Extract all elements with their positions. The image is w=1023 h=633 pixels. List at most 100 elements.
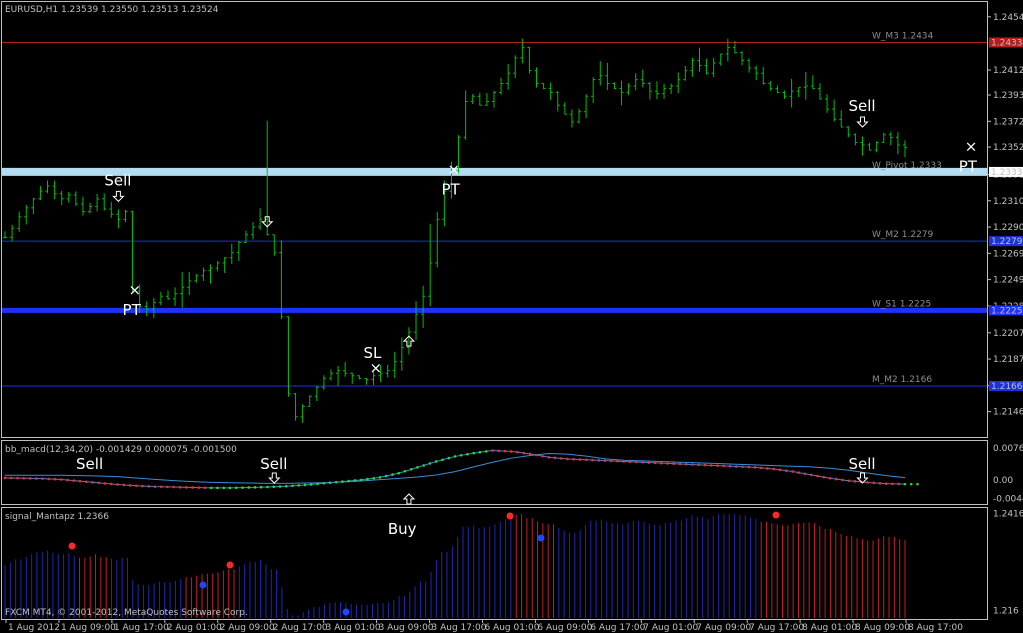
level-label-m_m2: M_M2 1.2166	[872, 375, 932, 385]
macd-dot	[378, 476, 382, 479]
macd-dot	[203, 486, 207, 490]
macd-sell-label: Sell	[848, 455, 875, 473]
signal-indicator: Buy	[4, 511, 906, 618]
macd-dot	[559, 457, 563, 460]
macd-dot	[491, 449, 494, 452]
macd-dot	[397, 471, 401, 475]
macd-dot	[791, 470, 794, 473]
macd-dot	[684, 462, 688, 466]
time-tick-label: 3 Aug 09:00	[379, 623, 434, 633]
level-axis-tag-label: 1.21660	[991, 382, 1023, 392]
macd-dot	[778, 468, 782, 472]
price-tick-label: 1.23725	[993, 117, 1023, 127]
macd-dot	[609, 459, 613, 463]
macd-dot	[603, 459, 607, 462]
macd-dot	[297, 484, 301, 487]
macd-dot	[153, 485, 157, 488]
macd-dot	[666, 462, 669, 465]
macd-dot	[366, 477, 369, 481]
price-tick-label: 1.22075	[993, 329, 1023, 339]
signal-dot	[226, 561, 234, 569]
sell-arrow-icon	[856, 116, 869, 128]
signal-tick-label: 1.2416	[993, 509, 1023, 519]
macd-dot	[484, 450, 488, 453]
macd-dot	[134, 484, 138, 488]
macd-dot	[128, 484, 132, 487]
buy-signal-label: Buy	[388, 520, 417, 538]
macd-dot	[734, 465, 738, 468]
macd-dot	[384, 474, 388, 478]
macd-dot	[409, 467, 413, 471]
macd-dot	[628, 460, 632, 464]
macd-dot	[141, 484, 144, 488]
macd-dot	[522, 451, 526, 455]
signal-header: signal_Mantapz 1.2366	[5, 512, 109, 522]
macd-dot	[184, 486, 188, 489]
macd-dot	[878, 481, 882, 485]
macd-dot	[72, 479, 76, 482]
macd-dot	[122, 483, 126, 487]
chart-title: EURUSD,H1 1.23539 1.23550 1.23513 1.2352…	[5, 5, 219, 15]
level-label-w_pivot: W_Pivot 1.2333	[872, 161, 942, 171]
price-tick-label: 1.24540	[993, 13, 1023, 23]
macd-dot	[266, 485, 269, 489]
macd-dot	[9, 476, 13, 480]
macd-dot	[653, 461, 657, 465]
trade-annotations: SellPT×SL×PT×SellPT×	[104, 97, 977, 377]
macd-dot	[159, 485, 163, 489]
macd-dot	[547, 455, 551, 459]
macd-sell-label: Sell	[76, 455, 103, 473]
macd-dot	[516, 450, 519, 454]
macd-dot	[191, 486, 194, 489]
sell-signal-label: Sell	[848, 97, 875, 115]
macd-dot	[441, 458, 444, 462]
macd-dot	[391, 473, 394, 476]
macd-dot	[541, 454, 544, 458]
macd-dot	[328, 481, 332, 485]
macd-dot	[916, 482, 919, 486]
macd-dot	[472, 451, 476, 455]
signal-tick-label: 1.216	[993, 606, 1019, 616]
macd-dot	[841, 478, 844, 482]
copyright-footer: FXCM MT4, © 2001-2012, MetaQuotes Softwa…	[5, 608, 248, 618]
macd-dot	[41, 477, 44, 480]
macd-dot	[784, 469, 788, 472]
macd-dot	[278, 485, 282, 488]
macd-dot	[834, 477, 838, 481]
macd-dot	[672, 462, 676, 465]
macd-dot	[303, 483, 307, 487]
level-axis-tag-label: 1.24339	[991, 38, 1023, 48]
signal-dot	[199, 581, 207, 589]
macd-dot	[216, 486, 219, 490]
macd-dot	[322, 481, 326, 485]
macd-dot	[59, 478, 63, 481]
price-tick-label: 1.22695	[993, 249, 1023, 259]
macd-dot	[28, 477, 32, 480]
macd-dot	[341, 480, 344, 483]
macd-dot	[334, 480, 338, 484]
macd-dot	[691, 463, 694, 466]
macd-dot	[578, 458, 582, 461]
macd-dot	[897, 482, 901, 486]
macd-dot	[591, 458, 594, 462]
macd-dot	[478, 450, 482, 454]
time-tick-label: 3 Aug 17:00	[432, 623, 487, 633]
macd-dot	[78, 479, 82, 483]
macd-indicator: Sell Sell Sell	[3, 449, 919, 505]
macd-dot	[403, 469, 407, 473]
macd-dot	[647, 461, 651, 464]
macd-dot	[534, 453, 538, 457]
price-tick-label: 1.23930	[993, 91, 1023, 101]
time-tick-label: 3 Aug 01:00	[326, 623, 381, 633]
macd-dot	[597, 459, 601, 462]
price-chart[interactable]: W_M3 1.2434 W_Pivot 1.2333 W_M2 1.2279 W_S1…	[0, 0, 1023, 633]
macd-dot	[22, 476, 26, 480]
macd-dot	[447, 456, 451, 460]
macd-tick-label: -0.00444	[993, 495, 1023, 505]
macd-dot	[234, 486, 238, 490]
macd-dot	[453, 455, 457, 458]
macd-dot	[372, 476, 376, 480]
macd-dot	[716, 464, 719, 467]
time-tick-label: 7 Aug 09:00	[696, 623, 751, 633]
sell-arrow-icon	[112, 190, 125, 203]
